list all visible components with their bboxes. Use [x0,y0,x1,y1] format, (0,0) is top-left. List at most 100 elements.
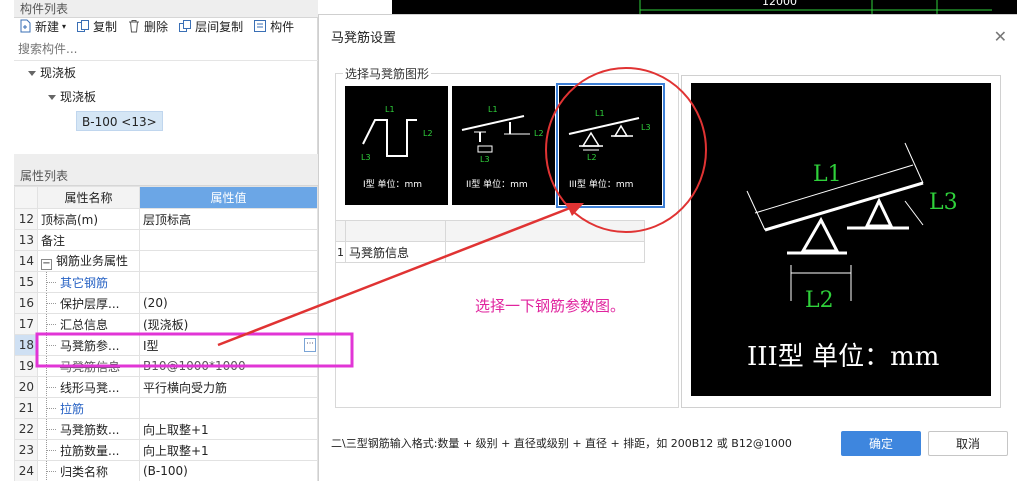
stool-param-value-cell[interactable]: Ⅰ型 ··· [139,334,318,356]
trash-icon [129,20,140,33]
svg-text:L3: L3 [361,153,371,162]
property-name: 钢筋业务属性 [56,254,129,268]
svg-text:L2: L2 [587,153,597,162]
search-input[interactable] [18,41,308,57]
table-row[interactable]: 19 马凳筋信息 B10@1000*1000 [14,355,318,377]
annotation-note: 选择一下钢筋参数图。 [475,297,626,315]
property-name: 拉筋数量... [37,439,140,461]
property-table-wrap: 属性名称 属性值 12 顶标高(m) 层顶标高 13 备注 14 − 钢筋业务属性… [14,186,318,481]
property-name-group: − 钢筋业务属性 [37,250,140,272]
table-row[interactable]: 20 线形马凳... 平行横向受力筋 [14,376,318,398]
row-number: 13 [14,229,38,251]
table-row[interactable]: 17 汇总信息 (现浇板) [14,313,318,335]
property-value[interactable]: 向上取整+1 [139,418,318,440]
property-name: 其它钢筋 [37,271,140,293]
shape-thumb-type-2[interactable]: L1 L2 L3 II型 单位：mm [452,86,555,205]
tree-node-label: 现浇板 [40,66,77,80]
property-value[interactable]: (现浇板) [139,313,318,335]
property-table: 属性名称 属性值 12 顶标高(m) 层顶标高 13 备注 14 − 钢筋业务属性… [14,186,318,481]
svg-text:L2: L2 [423,129,433,138]
ellipsis-button-icon[interactable]: ··· [304,338,316,352]
table-row[interactable]: 21 拉筋 [14,397,318,419]
row-number: 15 [14,271,38,293]
table-row[interactable]: 13 备注 [14,229,318,251]
stool-info-value[interactable] [445,241,645,263]
property-value[interactable]: 向上取整+1 [139,439,318,461]
property-name: 保护层厚... [37,292,140,314]
component-tree: 现浇板 现浇板 B-100 <13> [14,60,318,142]
property-value [139,250,318,272]
property-list-title: 属性列表 [20,169,69,183]
tree-node-child[interactable]: 现浇板 [48,87,96,107]
property-value[interactable] [139,229,318,251]
svg-text:L1: L1 [488,105,498,114]
property-value[interactable]: (B-100) [139,460,318,481]
shape-thumb-type-3[interactable]: L1 L3 L2 III型 单位：mm [556,83,665,208]
property-name: 顶标高(m) [37,208,140,230]
property-name: 归类名称 [37,460,140,481]
row-number-header [14,186,38,209]
property-table-header: 属性名称 属性值 [14,186,318,209]
table-row[interactable]: 12 顶标高(m) 层顶标高 [14,208,318,230]
stool-info-table: 1 马凳筋信息 [335,220,645,263]
preview-label-l2: L2 [805,288,834,313]
preview-canvas: L1 L3 L2 III型 单位：mm [691,83,991,396]
property-value-header: 属性值 [139,186,318,209]
row-number: 1 [335,241,346,263]
stool-info-label: 马凳筋信息 [345,241,446,263]
expand-arrow-icon[interactable] [48,94,56,100]
table-row[interactable]: 1 马凳筋信息 [335,241,645,263]
row-number: 19 [14,355,38,377]
property-name-header: 属性名称 [37,186,140,209]
property-list-title-bar: 属性列表 [14,166,318,186]
new-label: 新建 [35,19,60,34]
table-row[interactable]: 24 归类名称 (B-100) [14,460,318,481]
ok-button[interactable]: 确定 [841,431,921,456]
row-number: 23 [14,439,38,461]
table-row[interactable]: 16 保护层厚... (20) [14,292,318,314]
svg-text:L3: L3 [641,123,651,132]
tree-node-root[interactable]: 现浇板 [28,63,76,83]
expand-arrow-icon[interactable] [28,70,36,76]
left-panel: 构件列表 新建 ▾ 复制 删除 层间复制 构件 现浇板 [0,0,318,481]
floor-copy-icon [179,20,192,32]
tree-node-b100[interactable]: B-100 <13> [76,111,163,131]
svg-text:L2: L2 [534,129,544,138]
property-name: 备注 [37,229,140,251]
drawing-canvas-strip[interactable]: 12000 [392,0,1017,14]
component-more-button[interactable]: 构件 [253,18,294,35]
shape-thumb-type-1[interactable]: L1 L2 L3 I型 单位：mm [345,86,448,205]
property-name: 马凳筋参... [37,334,140,356]
svg-text:L1: L1 [595,109,605,118]
cancel-button[interactable]: 取消 [928,431,1008,456]
property-value[interactable]: (20) [139,292,318,314]
table-row-selected[interactable]: 18 马凳筋参... Ⅰ型 ··· [14,334,318,356]
property-value[interactable]: B10@1000*1000 [139,355,318,377]
copy-button[interactable]: 复制 [76,18,117,35]
stool-settings-dialog: 马凳筋设置 ✕ 选择马凳筋图形 L1 L2 L3 I型 单位：mm L1 L2 … [318,14,1017,481]
delete-button[interactable]: 删除 [127,18,168,35]
table-row[interactable]: 15 其它钢筋 [14,271,318,293]
type-3-stool-diagram: L1 L3 L2 III型 单位：mm [568,109,651,190]
svg-text:L1: L1 [385,105,395,114]
row-number: 17 [14,313,38,335]
table-row[interactable]: 14 − 钢筋业务属性 [14,250,318,272]
component-icon [254,20,267,32]
floor-copy-button[interactable]: 层间复制 [178,18,243,35]
input-format-hint: 二\三型钢筋输入格式:数量 + 级别 + 直径或级别 + 直径 + 排距，如 2… [331,437,792,450]
property-value[interactable]: 平行横向受力筋 [139,376,318,398]
preview-caption: III型 单位：mm [747,342,939,372]
new-button[interactable]: 新建 ▾ [18,18,66,35]
component-toolbar: 新建 ▾ 复制 删除 层间复制 构件 [14,13,318,39]
property-name: 马凳筋数... [37,418,140,440]
table-row[interactable]: 23 拉筋数量... 向上取整+1 [14,439,318,461]
copy-label: 复制 [93,19,118,34]
close-icon[interactable]: ✕ [994,27,1007,46]
table-header-row [335,220,645,242]
type-2-stool-diagram: L1 L2 L3 II型 单位：mm [461,105,544,190]
table-row[interactable]: 22 马凳筋数... 向上取整+1 [14,418,318,440]
type-3-preview-diagram: L1 L3 L2 III型 单位：mm [746,142,958,372]
property-value[interactable]: 层顶标高 [139,208,318,230]
thumb-caption: II型 单位：mm [466,178,528,190]
collapse-icon[interactable]: − [41,259,52,270]
